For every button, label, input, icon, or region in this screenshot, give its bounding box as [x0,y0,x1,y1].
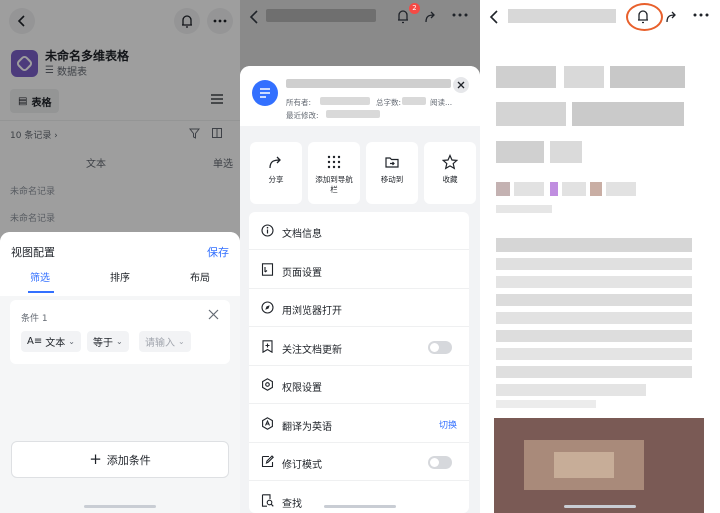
share-icon[interactable] [424,10,438,23]
text-field-icon: A≡ [27,336,43,347]
plus-icon: + [89,450,102,468]
close-button[interactable] [453,77,469,93]
quick-action-label: 移动到 [380,175,404,184]
quick-action-label: 添加到导航栏 [315,175,353,194]
chevron-down-icon: ⌄ [68,337,75,346]
blurred-image[interactable] [494,418,704,513]
quick-action-add-to-nav[interactable]: 添加到导航栏 [308,142,360,204]
folder-move-icon [384,154,400,170]
menu-item-page-settings[interactable]: 页面设置 [249,251,469,289]
menu-item-label: 修订模式 [282,460,322,471]
menu-item-doc-info[interactable]: 文档信息 [249,212,469,250]
blurred-modified [326,110,380,118]
doc-info-header: 所有者: 总字数: 阅读... 最近修改: [240,66,480,126]
modified-label: 最近修改: [286,111,319,120]
operator-select[interactable]: 等于 ⌄ [87,331,129,352]
page-settings-icon [261,262,274,276]
add-condition-button[interactable]: + 添加条件 [11,441,229,478]
back-button[interactable] [488,9,500,25]
notification-badge: 2 [409,3,420,14]
home-indicator [564,505,636,508]
tab-filter[interactable]: 筛选 [0,269,80,290]
gear-icon [261,378,274,391]
grid-dots-icon [326,154,342,170]
bitable-panel: 未命名多维表格 ☰ 数据表 ▤ 表格 10 条记录 › 文本 单选 未命名记录 … [0,0,240,513]
filter-condition-card: 条件 1 A≡ 文本 ⌄ 等于 ⌄ 请输入 ⌄ [10,300,230,364]
menu-item-find[interactable]: 查找 [249,482,469,513]
back-button[interactable] [248,9,260,25]
tab-sort[interactable]: 排序 [80,269,160,290]
info-icon [261,224,274,237]
document-panel [480,0,720,513]
menu-item-label: 页面设置 [282,267,322,279]
menu-item-permissions[interactable]: 权限设置 [249,366,469,404]
quick-action-label: 收藏 [442,175,458,184]
blurred-doc-title [508,9,616,23]
word-count-label: 总字数: [376,98,402,107]
menu-item-revision-mode[interactable]: 修订模式 [249,443,469,481]
more-icon[interactable] [693,12,709,18]
menu-item-open-in-browser[interactable]: 用浏览器打开 [249,289,469,327]
revision-mode-toggle[interactable] [428,456,452,469]
find-icon [261,493,274,507]
edit-icon [261,455,274,468]
menu-item-label: 翻译为英语 [282,421,332,433]
close-icon [457,81,465,89]
doc-icon [252,80,278,106]
blurred-owner [320,97,370,105]
quick-action-move-to[interactable]: 移动到 [366,142,418,204]
home-indicator [84,505,156,508]
more-icon[interactable] [452,12,468,18]
blurred-word-count [402,97,426,105]
sheet-header: 视图配置 保存 筛选 排序 布局 [0,232,240,296]
add-condition-label: 添加条件 [106,453,151,467]
menu-item-label: 权限设置 [282,383,322,394]
sheet-title: 视图配置 [11,246,55,259]
sheet-tabs: 筛选 排序 布局 [0,269,240,290]
active-tab-indicator [28,291,54,293]
doc-more-sheet: 所有者: 总字数: 阅读... 最近修改: 分享 添加到导航栏 移动到 收藏 文… [240,66,480,513]
follow-updates-toggle[interactable] [428,340,452,354]
chevron-down-icon: ⌄ [178,337,185,346]
menu-item-label: 文档信息 [282,229,322,240]
bookmark-plus-icon [261,339,274,353]
value-select[interactable]: 请输入 ⌄ [139,331,191,352]
home-indicator [324,505,396,508]
tab-layout[interactable]: 布局 [160,269,240,290]
blurred-doc-name [286,79,451,88]
field-select[interactable]: A≡ 文本 ⌄ [21,331,81,352]
blurred-doc-title [266,9,376,22]
quick-action-share[interactable]: 分享 [250,142,302,204]
translate-switch-link[interactable]: 切换 [439,418,457,431]
remove-condition-button[interactable] [208,309,219,320]
close-icon [208,309,219,320]
menu-item-translate[interactable]: 翻译为英语 切换 [249,405,469,443]
chevron-left-icon [489,10,498,24]
highlight-ring [626,3,663,31]
field-select-value: 文本 [45,338,66,349]
owner-label: 所有者: [286,98,312,107]
menu-item-label: 用浏览器打开 [282,306,342,317]
chevron-down-icon: ⌄ [116,337,123,346]
translate-icon [261,416,274,430]
menu-item-label: 查找 [282,498,302,510]
read-count-label: 阅读... [430,98,453,107]
save-button[interactable]: 保存 [207,244,229,260]
menu-item-label: 关注文档更新 [282,344,342,356]
menu-item-follow-updates[interactable]: 关注文档更新 [249,328,469,366]
doc-more-menu-panel: 所有者: 总字数: 阅读... 最近修改: 分享 添加到导航栏 移动到 收藏 文… [240,0,480,513]
value-placeholder: 请输入 [145,338,175,349]
quick-action-favorite[interactable]: 收藏 [424,142,476,204]
share-icon [268,154,284,170]
compass-icon [261,301,274,314]
share-icon[interactable] [665,10,679,23]
operator-select-value: 等于 [93,338,113,349]
bell-icon[interactable] [396,9,410,24]
doc-menu-list: 文档信息 页面设置 用浏览器打开 关注文档更新 权限设置 翻译为英语 切换 修订… [249,212,469,513]
star-icon [442,154,458,170]
condition-label: 条件 1 [21,314,48,324]
chevron-left-icon [249,10,258,24]
quick-action-label: 分享 [268,175,284,184]
